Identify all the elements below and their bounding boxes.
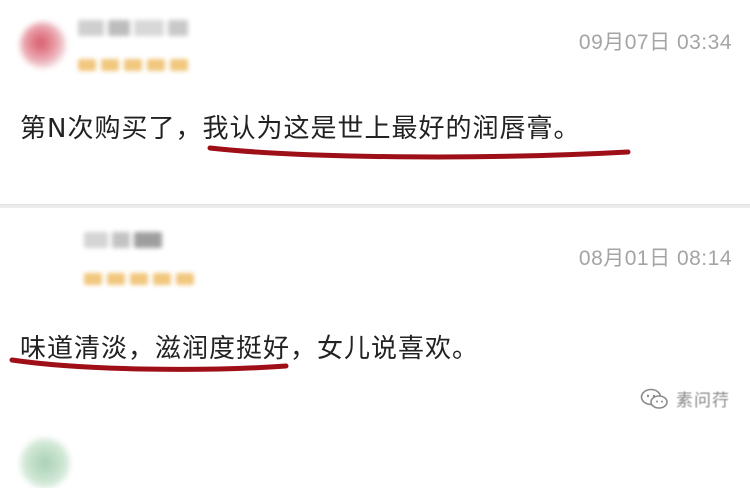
watermark-text: 素问荇 [676, 391, 730, 411]
highlight-underline [9, 357, 289, 372]
highlight-underline [207, 145, 631, 160]
avatar[interactable] [20, 438, 70, 488]
highlight-underlines [9, 145, 631, 372]
watermark: 素问荇 [640, 386, 730, 411]
wechat-icon [640, 388, 668, 409]
